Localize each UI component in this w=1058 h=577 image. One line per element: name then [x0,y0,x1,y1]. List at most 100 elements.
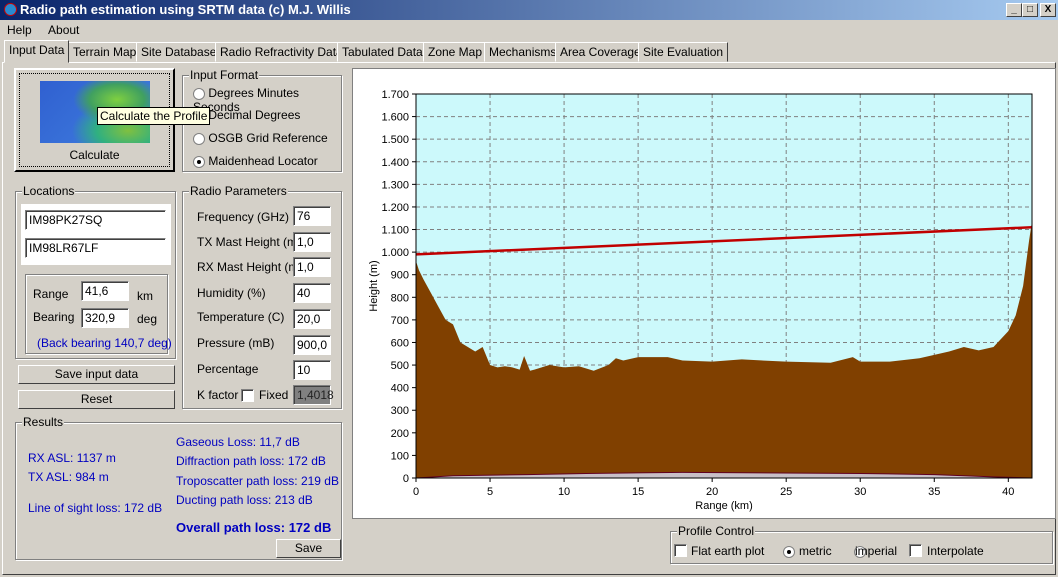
k-factor-label: K factor [197,388,239,402]
reset-button[interactable]: Reset [18,390,175,409]
y-tick-label: 1.500 [381,134,409,146]
bearing-field: 320,9 [81,308,129,328]
tab-zone-map[interactable]: Zone Map [423,42,488,62]
radio-osgb-label: OSGB Grid Reference [208,131,328,145]
tab-area-coverage[interactable]: Area Coverage [555,42,646,62]
temperature-label: Temperature (C) [197,310,285,324]
x-tick-label: 35 [928,486,940,498]
y-tick-label: 600 [391,337,409,349]
profile-control-title: Profile Control [677,524,756,538]
radio-dms-button[interactable] [193,87,205,100]
interpolate-checkbox[interactable] [909,544,922,557]
profile-control-group: Profile Control Flat earth plot metric i… [670,524,1053,564]
app-icon [4,3,17,16]
y-tick-label: 800 [391,292,409,304]
minimize-button[interactable]: _ [1006,3,1022,17]
back-bearing: (Back bearing 140,7 deg) [37,336,172,350]
pressure-input[interactable]: 900,0 [293,335,331,355]
los-loss: Line of sight loss: 172 dB [28,501,163,515]
tab-mechanisms[interactable]: Mechanisms [484,42,562,62]
tab-radio-refractivity[interactable]: Radio Refractivity Data [215,42,348,62]
humidity-input[interactable]: 40 [293,283,331,303]
temperature-input[interactable]: 20,0 [293,309,331,329]
x-tick-label: 40 [1002,486,1014,498]
y-tick-label: 1.000 [381,247,409,259]
tx-mast-input[interactable]: 1,0 [293,232,331,252]
y-tick-label: 100 [391,450,409,462]
locations-group: Locations IM98PK27SQ IM98LR67LF Range 41… [15,184,176,359]
overall-loss: Overall path loss: 172 dB [176,520,332,535]
range-unit: km [137,289,153,303]
metric-radio[interactable] [783,545,795,558]
range-field: 41,6 [81,281,129,301]
profile-chart: 01002003004005006007008009001.0001.1001.… [368,89,1033,512]
rx-mast-input[interactable]: 1,0 [293,257,331,277]
gaseous-loss: Gaseous Loss: 11,7 dB [176,435,300,449]
save-input-button[interactable]: Save input data [18,365,175,384]
tooltip: Calculate the Profile [97,107,211,125]
radio-parameters-group: Radio Parameters Frequency (GHz) 76 TX M… [182,184,342,409]
radio-decimal-label: Decimal Degrees [208,108,301,122]
radio-maidenhead-button[interactable] [193,155,205,168]
menu-help[interactable]: Help [7,23,32,37]
close-button[interactable]: X [1040,3,1056,17]
save-results-button[interactable]: Save [276,539,341,558]
k-factor-value: 1,4018 [293,385,334,405]
y-tick-label: 700 [391,315,409,327]
results-group: Results RX ASL: 1137 m TX ASL: 984 m Lin… [15,415,342,560]
y-tick-label: 1.400 [381,157,409,169]
rx-locator-input[interactable]: IM98LR67LF [25,238,166,258]
tab-site-database[interactable]: Site Database [136,42,222,62]
tx-mast-label: TX Mast Height (m) [197,235,302,249]
metric-label: metric [799,544,832,558]
x-tick-label: 5 [487,486,493,498]
frequency-label: Frequency (GHz) [197,210,290,224]
locations-title: Locations [22,184,76,198]
x-tick-label: 15 [632,486,644,498]
y-tick-label: 200 [391,428,409,440]
tx-locator-input[interactable]: IM98PK27SQ [25,210,166,230]
radio-osgb-button[interactable] [193,132,205,145]
maximize-button[interactable]: □ [1022,3,1038,17]
tab-terrain-map[interactable]: Terrain Map [68,42,142,62]
pressure-label: Pressure (mB) [197,336,275,350]
calculate-label: Calculate [69,148,120,162]
percentage-input[interactable]: 10 [293,360,331,380]
title-bar: Radio path estimation using SRTM data (c… [0,0,1058,20]
tab-tabulated-data[interactable]: Tabulated Data [337,42,428,62]
radio-maidenhead[interactable]: Maidenhead Locator [193,154,318,168]
radio-osgb[interactable]: OSGB Grid Reference [193,131,328,145]
x-tick-label: 30 [854,486,866,498]
rx-asl: RX ASL: 1137 m [28,451,116,465]
humidity-label: Humidity (%) [197,286,266,300]
y-tick-label: 400 [391,383,409,395]
x-tick-label: 10 [558,486,570,498]
x-tick-label: 20 [706,486,718,498]
y-axis-label: Height (m) [368,260,380,311]
k-fixed-checkbox[interactable] [241,389,254,402]
tx-asl: TX ASL: 984 m [28,470,109,484]
flat-earth-label: Flat earth plot [691,544,765,558]
y-tick-label: 900 [391,270,409,282]
tab-input-data[interactable]: Input Data [4,40,70,63]
window-title: Radio path estimation using SRTM data (c… [20,2,351,17]
ducting-loss: Ducting path loss: 213 dB [176,493,313,507]
menu-bar: Help About [0,20,85,40]
rx-mast-label: RX Mast Height (m) [197,260,303,274]
bearing-unit: deg [137,312,158,326]
frequency-input[interactable]: 76 [293,206,331,226]
imperial-label: imperial [855,544,898,558]
y-tick-label: 500 [391,360,409,372]
tab-site-evaluation[interactable]: Site Evaluation [638,42,729,62]
percentage-label: Percentage [197,362,259,376]
diffraction-loss: Diffraction path loss: 172 dB [176,454,326,468]
chart-panel: 0 100 200 300 400 500 600 700 800 900 1.000 1.100 1.… [352,68,1056,519]
radio-maidenhead-label: Maidenhead Locator [208,154,318,168]
x-tick-label: 25 [780,486,792,498]
y-tick-label: 1.700 [381,89,409,101]
radio-parameters-title: Radio Parameters [189,184,288,198]
menu-about[interactable]: About [48,23,79,37]
troposcatter-loss: Troposcatter path loss: 219 dB [176,474,339,488]
flat-earth-checkbox[interactable] [674,544,687,557]
range-label: Range [33,287,69,301]
